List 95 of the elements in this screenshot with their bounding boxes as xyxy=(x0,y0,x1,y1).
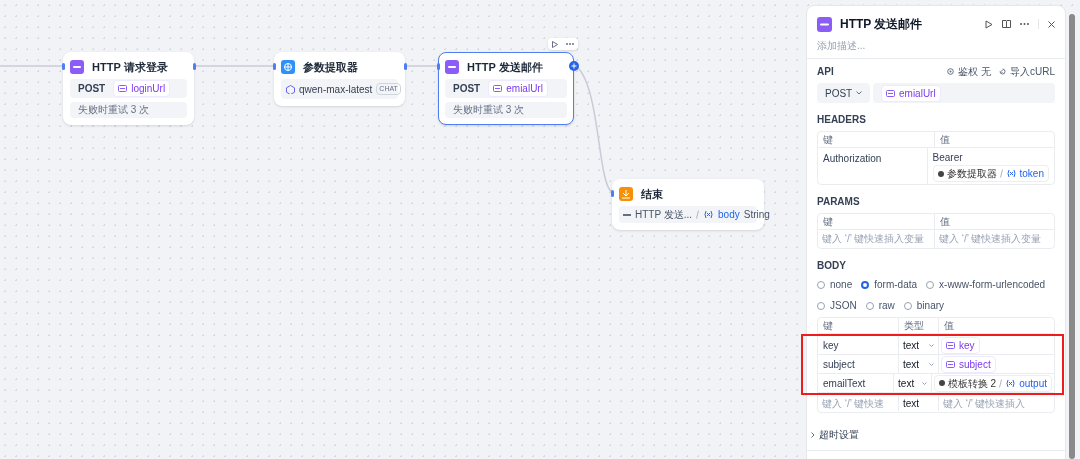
close-icon xyxy=(1048,20,1055,28)
link-icon xyxy=(623,211,631,218)
chevron-down-icon xyxy=(929,362,934,366)
column-header: 值 xyxy=(934,214,1054,229)
book-icon xyxy=(1002,20,1011,28)
input-handle[interactable] xyxy=(437,63,440,70)
http-node-icon xyxy=(817,16,832,32)
node-title: HTTP 请求登录 xyxy=(92,59,168,75)
input-handle[interactable] xyxy=(62,63,65,70)
import-icon xyxy=(999,68,1006,75)
retry-note: 失败时重试 3 次 xyxy=(445,102,567,118)
timeout-section[interactable]: 超时设置 xyxy=(807,427,1065,451)
table-cell-text: emailText xyxy=(822,376,867,391)
separator-line xyxy=(999,378,1003,388)
output-handle[interactable] xyxy=(193,63,196,70)
input-handle[interactable] xyxy=(611,190,614,197)
source-label: HTTP 发送... xyxy=(635,208,693,222)
table-cell-text: subject xyxy=(822,357,856,372)
section-label: HEADERS xyxy=(817,113,867,127)
column-header: 值 xyxy=(934,132,1054,147)
run-icon xyxy=(985,19,993,29)
variable-label: body xyxy=(718,208,740,222)
workflow-node[interactable]: HTTP 请求登录 POST loginUrl 失败时重试 3 次 xyxy=(63,52,194,125)
node-label: 模板转换 2 xyxy=(947,376,997,391)
http-node-icon xyxy=(445,60,459,74)
url-field[interactable]: emialUrl xyxy=(873,83,1055,103)
play-icon xyxy=(552,40,558,48)
column-header: 键 xyxy=(822,133,834,147)
variable-chip: key xyxy=(941,336,980,354)
input-handle[interactable] xyxy=(273,63,276,70)
variable-chip: emialUrl xyxy=(881,84,941,102)
chevron-down-icon xyxy=(856,91,862,95)
model-name: qwen-max-latest xyxy=(299,82,373,97)
auth-link[interactable]: 鉴权 无 xyxy=(947,64,991,79)
type-select[interactable]: text xyxy=(898,355,938,373)
radio-option[interactable]: JSON xyxy=(817,298,857,313)
type-label: String xyxy=(743,208,770,222)
chevron-down-icon xyxy=(929,343,934,347)
variable-label: output xyxy=(1019,376,1047,391)
http-node-icon xyxy=(70,60,84,74)
type-select[interactable]: text xyxy=(898,396,938,411)
variable-icon xyxy=(1005,378,1017,388)
end-node-icon xyxy=(619,187,633,201)
section-label: BODY xyxy=(817,259,847,273)
radio-button[interactable] xyxy=(861,280,870,289)
link-icon xyxy=(118,84,128,93)
variable-chip: emialUrl xyxy=(488,80,548,97)
column-header: 键 xyxy=(822,319,834,333)
link-icon xyxy=(946,359,955,369)
table-cell-text: Authorization xyxy=(822,152,883,166)
variable-chip: loginUrl xyxy=(113,80,171,97)
node-title: 结束 xyxy=(641,186,663,202)
separator-line xyxy=(696,210,700,219)
table-cell-text: Bearer xyxy=(932,151,963,165)
link-icon xyxy=(946,340,955,350)
link-icon xyxy=(493,84,503,93)
link-icon xyxy=(886,88,895,98)
type-select[interactable]: text xyxy=(893,374,931,392)
method-select[interactable]: POST xyxy=(817,83,870,103)
dot-icon xyxy=(938,380,945,386)
separator-line xyxy=(999,169,1003,178)
workflow-node[interactable]: HTTP 发送邮件 POST emialUrl 失败时重试 3 次 xyxy=(438,52,574,125)
variable-chip: subject xyxy=(941,355,996,373)
radio-option[interactable]: none xyxy=(817,277,853,292)
column-header: 键 xyxy=(822,215,834,229)
node-title: HTTP 发送邮件 xyxy=(467,59,543,75)
method-label: POST xyxy=(453,82,481,96)
gear-icon xyxy=(947,68,955,75)
chevron-right-icon xyxy=(811,431,815,438)
variable-label: token xyxy=(1019,167,1044,181)
variable-icon xyxy=(703,210,715,219)
radio-option[interactable]: x-www-form-urlencoded xyxy=(926,277,1046,292)
radio-option[interactable]: raw xyxy=(865,298,895,313)
panel-title: HTTP 发送邮件 xyxy=(840,16,923,33)
dot-icon xyxy=(937,170,944,177)
node-label: 参数提取器 xyxy=(946,167,997,181)
column-header: 值 xyxy=(938,318,1054,333)
section-label: API xyxy=(817,65,834,79)
section-label: PARAMS xyxy=(817,195,861,209)
import-link[interactable]: 导入cURL xyxy=(999,64,1055,79)
scrollbar[interactable] xyxy=(1069,14,1075,459)
radio-option[interactable]: form-data xyxy=(861,277,918,292)
variable-icon xyxy=(1005,169,1017,178)
chevron-down-icon xyxy=(921,381,927,385)
column-header: 类型 xyxy=(898,318,938,333)
node-title: 参数提取器 xyxy=(303,59,358,75)
model-icon xyxy=(286,84,295,94)
table-cell-text: key xyxy=(822,338,840,353)
output-handle[interactable] xyxy=(404,63,407,70)
method-label: POST xyxy=(78,82,106,96)
radio-option[interactable]: binary xyxy=(903,298,945,313)
retry-note: 失败时重试 3 次 xyxy=(70,102,187,118)
type-select[interactable]: text xyxy=(898,336,938,354)
grid-node-icon xyxy=(281,60,295,74)
add-icon[interactable] xyxy=(569,61,579,71)
